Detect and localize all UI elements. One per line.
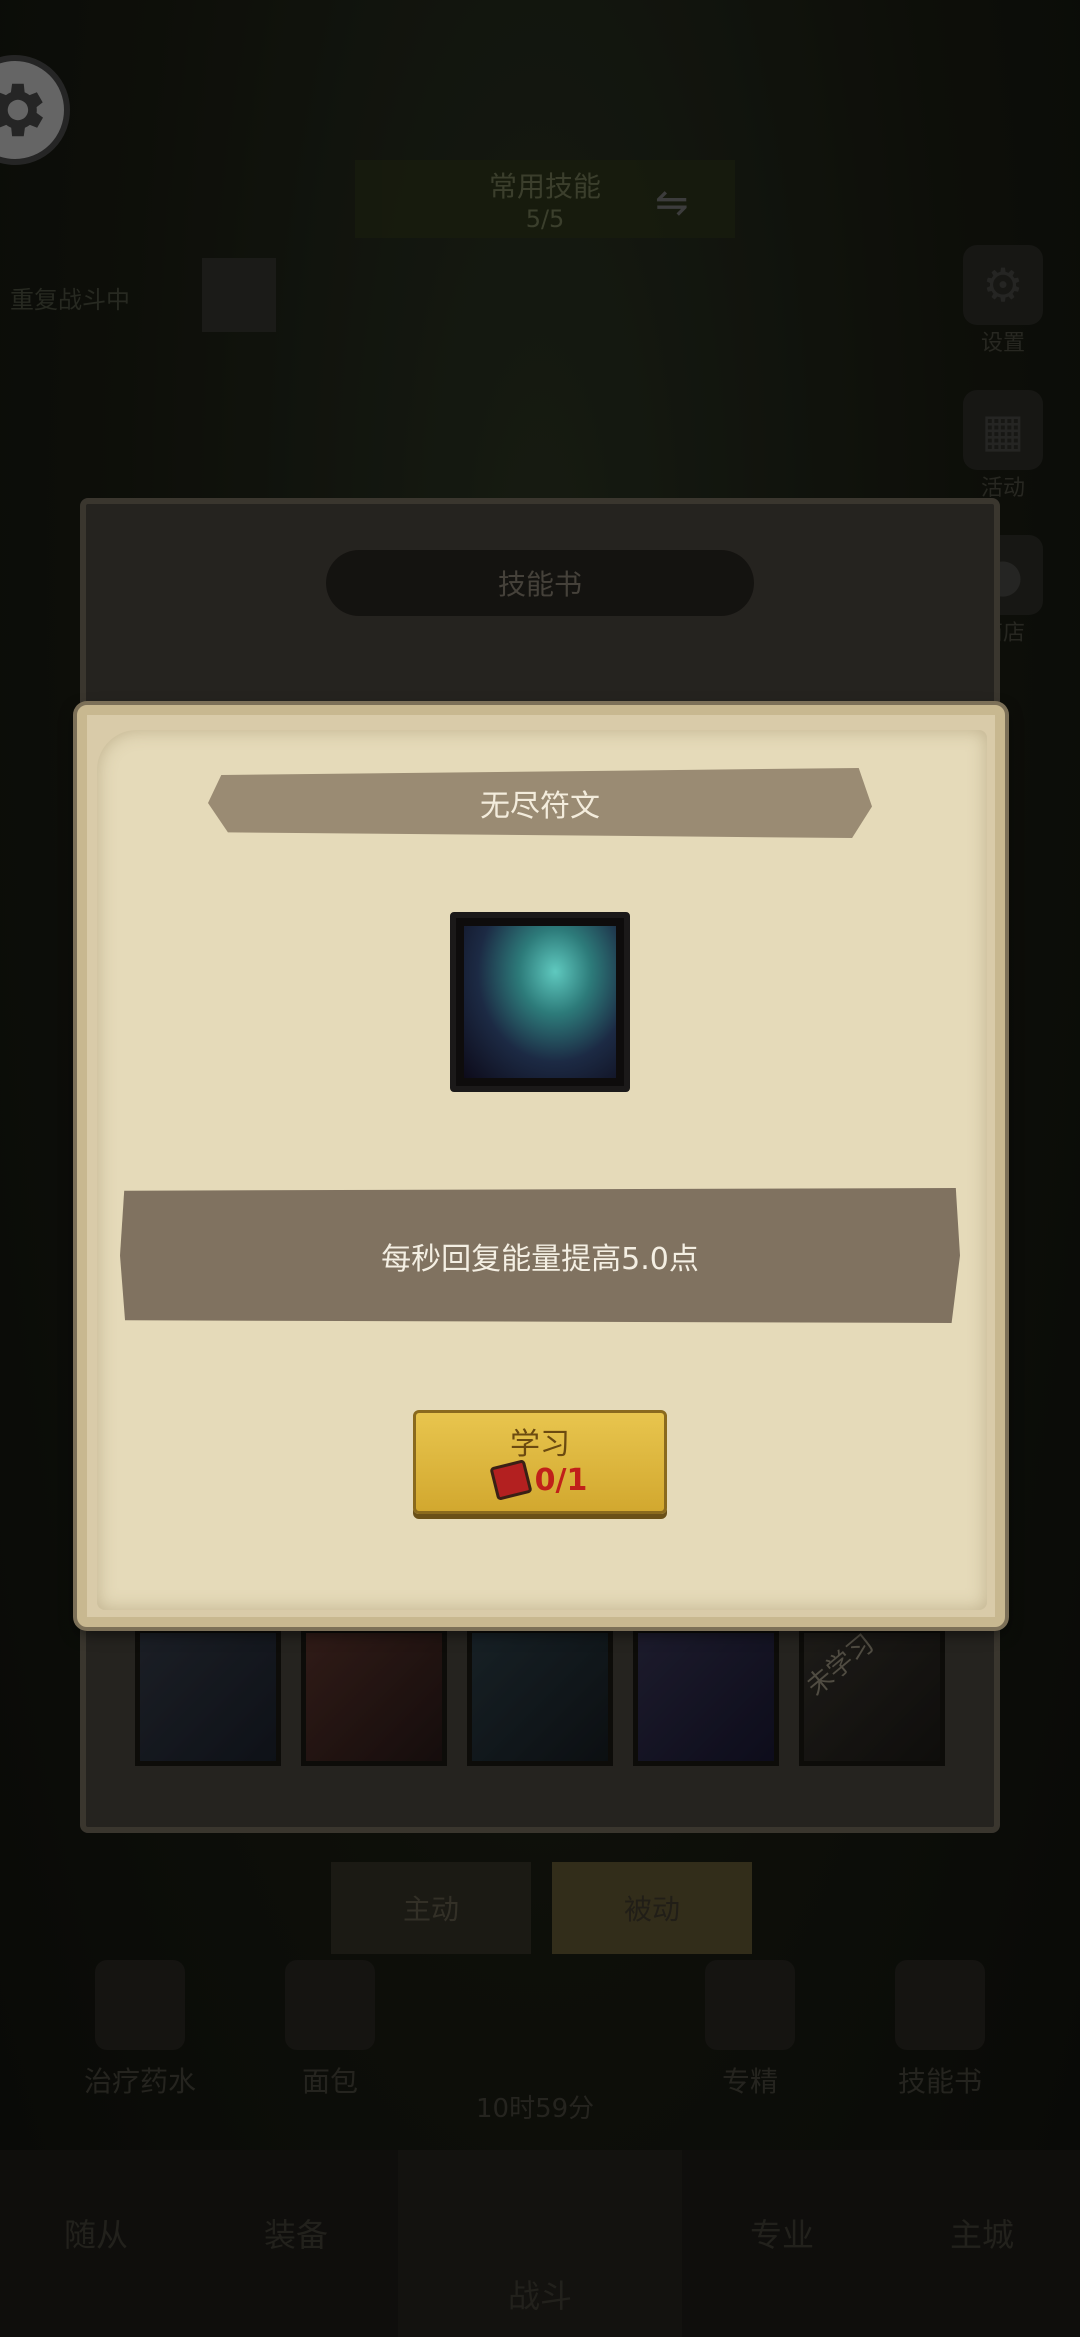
learn-cost: 0/1 [489,1459,588,1501]
endless-rune-icon [450,912,630,1092]
learn-cost-value: 0/1 [534,1462,588,1498]
skill-book-icon [489,1459,533,1501]
skill-description: 每秒回复能量提高5.0点 [120,1188,960,1323]
learn-button-label: 学习 [510,1426,570,1462]
skill-name-title: 无尽符文 [208,768,872,838]
learn-button[interactable]: 学习 0/1 [413,1410,667,1514]
